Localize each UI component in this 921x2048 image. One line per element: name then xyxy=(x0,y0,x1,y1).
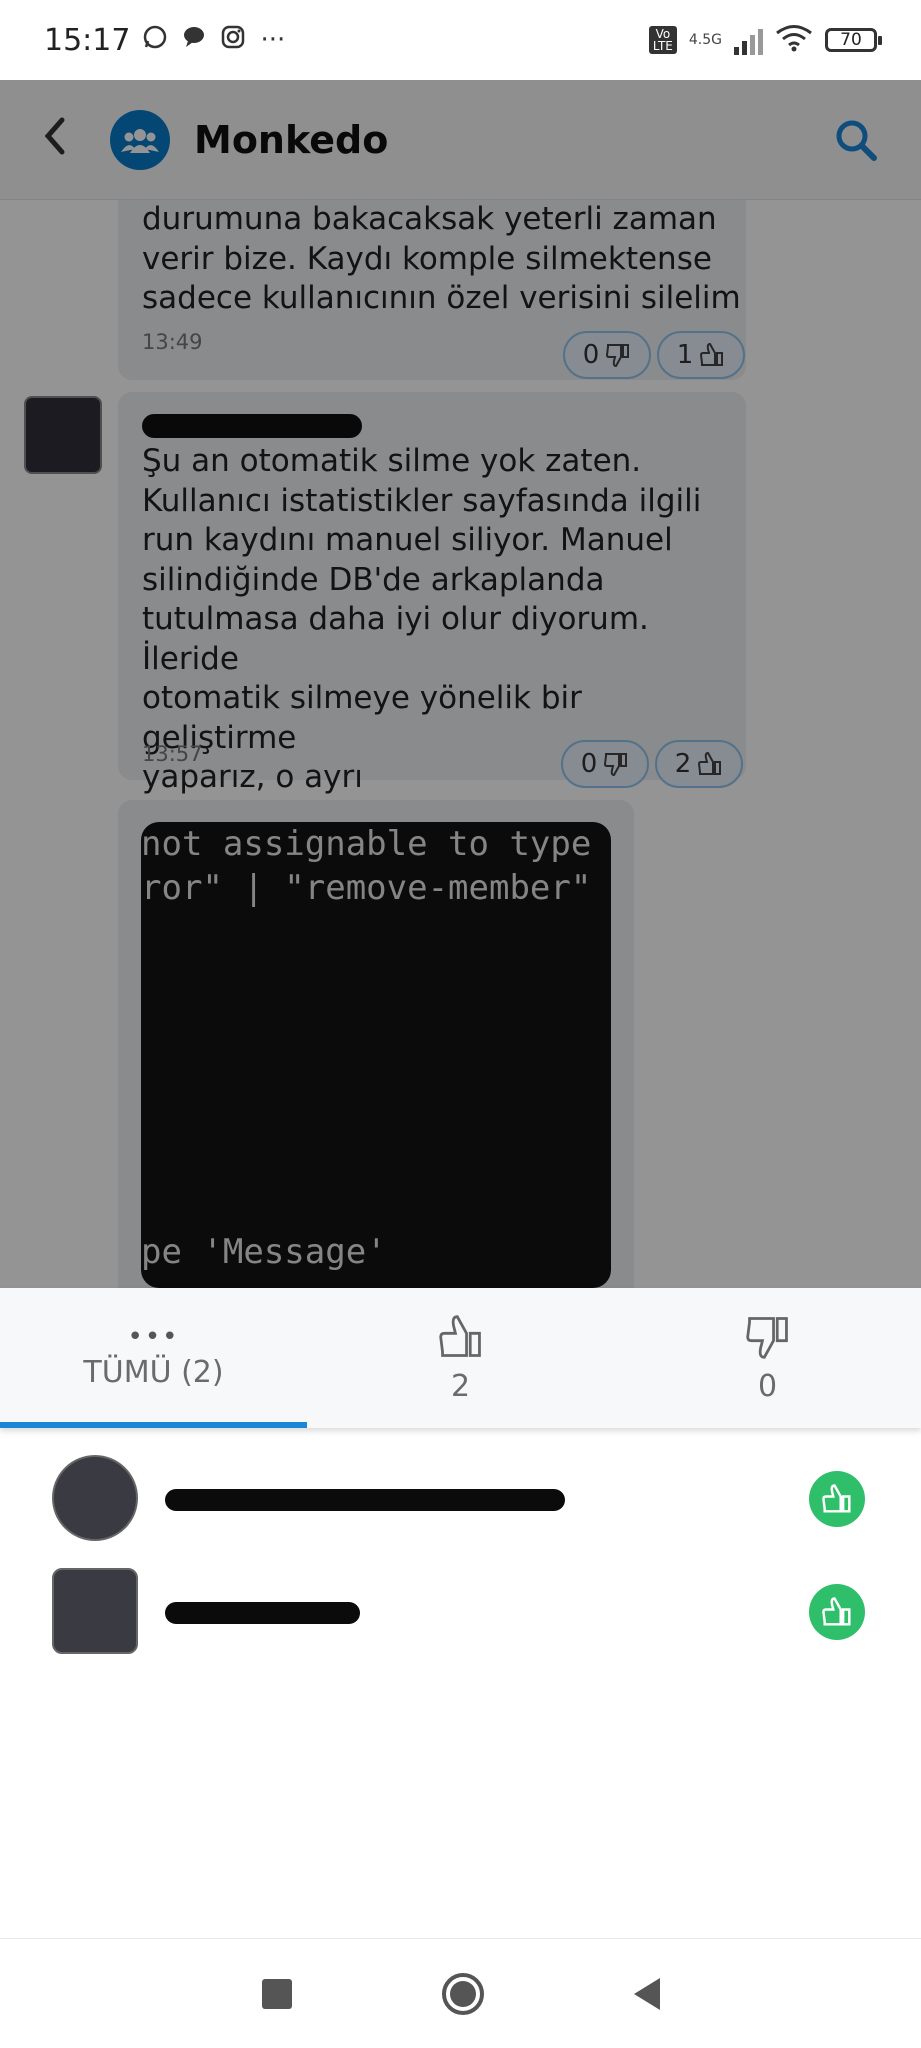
whatsapp-icon xyxy=(142,24,168,57)
more-notifications-icon: ··· xyxy=(260,25,286,55)
thumbs-up-icon xyxy=(822,1597,851,1626)
reactor-row[interactable] xyxy=(0,1443,921,1553)
like-reaction-badge xyxy=(809,1471,865,1527)
signal-icon xyxy=(734,25,763,55)
thumbs-up-icon xyxy=(438,1314,481,1357)
tab-label: 0 xyxy=(757,1368,778,1404)
tab-label: TÜMÜ (2) xyxy=(83,1354,224,1390)
reactor-row[interactable] xyxy=(0,1556,921,1666)
system-nav-bar xyxy=(0,1938,921,2048)
system-back-button[interactable] xyxy=(633,1977,660,2010)
instagram-icon xyxy=(220,24,246,57)
tab-likes[interactable]: 2 xyxy=(307,1288,614,1428)
tab-dislikes[interactable]: 0 xyxy=(614,1288,921,1428)
reactor-name-redacted xyxy=(165,1489,565,1511)
volte-icon: Vo LTE xyxy=(648,26,677,54)
reactor-avatar xyxy=(52,1455,138,1541)
home-button[interactable] xyxy=(441,1972,484,2015)
reactor-avatar xyxy=(52,1568,138,1654)
notification-icons: ··· xyxy=(142,24,285,57)
reactor-name-redacted xyxy=(165,1602,360,1624)
chat-icon xyxy=(182,25,206,56)
reaction-tabs: ••• TÜMÜ (2) 2 0 xyxy=(0,1288,921,1428)
modal-scrim[interactable] xyxy=(0,80,921,1288)
tab-label: 2 xyxy=(450,1368,471,1404)
recents-button[interactable] xyxy=(261,1978,292,2009)
network-type: 4.5G xyxy=(688,32,722,48)
tab-all[interactable]: ••• TÜMÜ (2) xyxy=(0,1288,307,1428)
status-time: 15:17 xyxy=(44,22,131,58)
more-dots-icon: ••• xyxy=(127,1321,180,1352)
thumbs-up-icon xyxy=(822,1484,851,1513)
thumbs-down-icon xyxy=(745,1316,788,1359)
like-reaction-badge xyxy=(809,1584,865,1640)
status-bar: 15:17 ··· Vo LTE 4.5G 70 xyxy=(0,0,921,80)
wifi-icon xyxy=(775,24,813,56)
active-tab-indicator xyxy=(0,1422,307,1428)
reactions-sheet: ••• TÜMÜ (2) 2 0 xyxy=(0,1288,921,2048)
battery-icon: 70 xyxy=(825,28,882,52)
home-icon xyxy=(449,1980,476,2007)
